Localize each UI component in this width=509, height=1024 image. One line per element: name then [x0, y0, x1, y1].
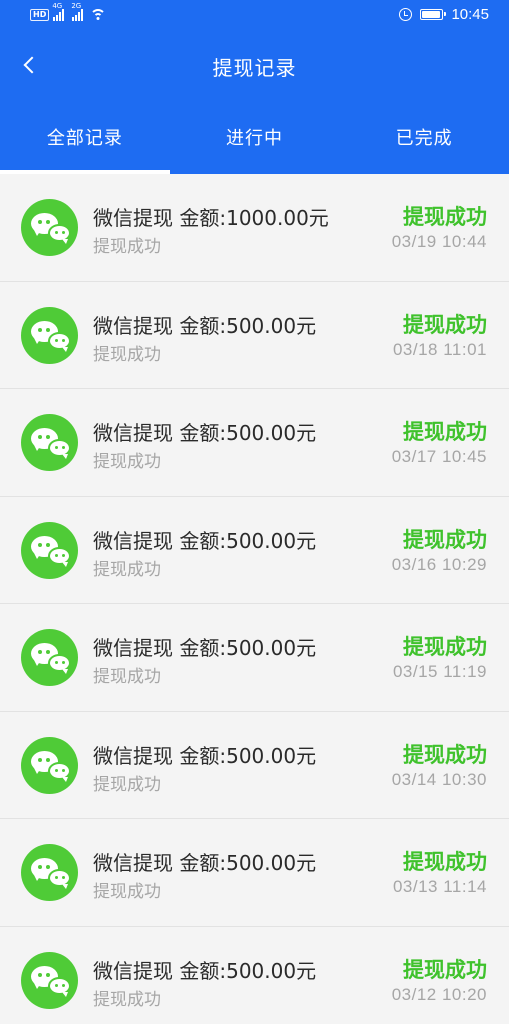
- record-subtitle: 提现成功: [93, 882, 161, 902]
- page-title: 提现记录: [212, 56, 297, 80]
- record-title: 微信提现 金额:500.00元: [93, 851, 317, 875]
- tab-all-records[interactable]: 全部记录: [0, 110, 170, 174]
- record-title: 微信提现 金额:500.00元: [93, 636, 317, 660]
- record-subtitle: 提现成功: [93, 559, 161, 580]
- status-badge: 提现成功: [403, 957, 487, 982]
- tab-bar: 全部记录 进行中 已完成: [0, 110, 509, 174]
- status-badge: 提现成功: [403, 312, 487, 337]
- list-item[interactable]: 微信提现 金额:500.00元 提现成功 提现成功 03/18 11:01: [0, 281, 509, 389]
- status-badge: 提现成功: [403, 205, 487, 229]
- status-bar-right: 10:45: [399, 6, 489, 23]
- record-title: 微信提现 金额:500.00元: [93, 743, 317, 768]
- battery-icon: [420, 9, 447, 20]
- status-badge: 提现成功: [403, 527, 487, 552]
- signal-icon: 4G: [52, 3, 65, 21]
- nav-bar: 提现记录: [0, 38, 509, 94]
- hd-badge: HD: [30, 8, 50, 21]
- wechat-icon: [21, 521, 78, 579]
- status-bar-left: HD 4G 2G: [30, 3, 107, 21]
- tab-completed[interactable]: 已完成: [339, 110, 509, 174]
- record-subtitle: 提现成功: [93, 344, 161, 365]
- status-time: 10:45: [451, 6, 489, 23]
- tab-in-progress[interactable]: 进行中: [170, 110, 340, 174]
- alarm-icon: [399, 8, 413, 21]
- status-badge: 提现成功: [403, 850, 487, 874]
- battery-level: [422, 11, 440, 18]
- record-title: 微信提现 金额:500.00元: [93, 528, 317, 553]
- record-time: 03/14 10:30: [391, 769, 487, 789]
- record-time: 03/18 11:01: [392, 339, 487, 359]
- wechat-icon: [21, 199, 78, 256]
- record-time: 03/13 11:14: [392, 877, 487, 896]
- record-subtitle: 提现成功: [93, 989, 161, 1010]
- record-title: 微信提现 金额:1000.00元: [93, 206, 329, 230]
- status-bar: HD 4G 2G 10:45: [0, 0, 509, 32]
- app-header: HD 4G 2G 10:45 提现记录 全部记录 进行中 已完成: [0, 0, 509, 174]
- record-title: 微信提现 金额:500.00元: [93, 958, 317, 983]
- wechat-icon: [21, 951, 78, 1009]
- record-subtitle: 提现成功: [93, 237, 161, 257]
- signal-icon: 2G: [71, 3, 84, 21]
- list-item[interactable]: 微信提现 金额:500.00元 提现成功 提现成功 03/15 11:19: [0, 604, 509, 712]
- wechat-icon: [21, 844, 78, 901]
- record-time: 03/15 11:19: [392, 662, 487, 681]
- record-time: 03/19 10:44: [391, 232, 487, 251]
- sim1-network-label: 4G: [52, 2, 63, 10]
- record-subtitle: 提现成功: [93, 667, 161, 687]
- record-time: 03/12 10:20: [391, 984, 487, 1004]
- sim2-network-label: 2G: [71, 2, 82, 10]
- record-title: 微信提现 金额:500.00元: [93, 421, 317, 445]
- record-subtitle: 提现成功: [93, 452, 161, 472]
- wechat-icon: [21, 629, 78, 686]
- list-item[interactable]: 微信提现 金额:500.00元 提现成功 提现成功 03/13 11:14: [0, 819, 509, 927]
- withdrawal-record-list: 微信提现 金额:1000.00元 提现成功 提现成功 03/19 10:44 微信提现 …: [0, 174, 509, 1024]
- wechat-icon: [21, 306, 78, 364]
- wechat-icon: [21, 736, 78, 794]
- record-time: 03/16 10:29: [391, 554, 487, 574]
- status-badge: 提现成功: [403, 635, 487, 659]
- list-item[interactable]: 微信提现 金额:500.00元 提现成功 提现成功 03/16 10:29: [0, 496, 509, 604]
- list-item[interactable]: 微信提现 金额:1000.00元 提现成功 提现成功 03/19 10:44: [0, 174, 509, 282]
- record-time: 03/17 10:45: [391, 447, 487, 466]
- record-subtitle: 提现成功: [93, 774, 161, 795]
- record-title: 微信提现 金额:500.00元: [93, 313, 317, 338]
- status-badge: 提现成功: [403, 420, 487, 444]
- wifi-icon: [90, 8, 107, 21]
- wechat-icon: [21, 414, 78, 471]
- list-item[interactable]: 微信提现 金额:500.00元 提现成功 提现成功 03/17 10:45: [0, 389, 509, 497]
- status-badge: 提现成功: [403, 742, 487, 767]
- list-item[interactable]: 微信提现 金额:500.00元 提现成功 提现成功 03/14 10:30: [0, 711, 509, 819]
- list-item[interactable]: 微信提现 金额:500.00元 提现成功 提现成功 03/12 10:20: [0, 926, 509, 1024]
